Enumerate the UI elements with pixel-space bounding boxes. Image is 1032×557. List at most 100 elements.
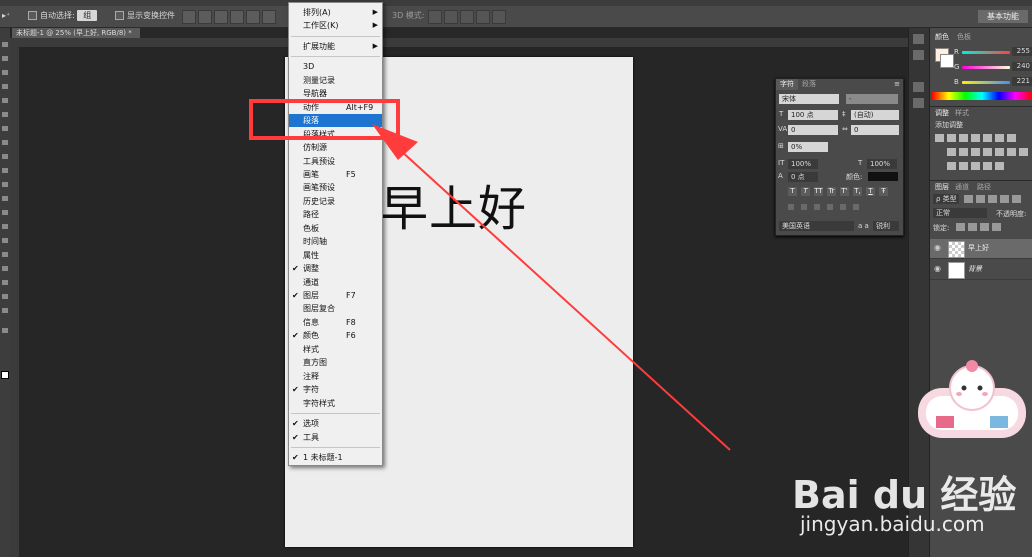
language-select[interactable]: 美国英语 <box>779 221 854 231</box>
workspace-button[interactable]: 基本功能 <box>978 10 1028 23</box>
paragraph-panel-icon[interactable] <box>913 98 924 108</box>
quick-select-tool-icon[interactable] <box>2 84 8 89</box>
tab-color[interactable]: 颜色 <box>932 32 952 42</box>
menu-item[interactable]: ✔ 颜色 F6 <box>289 329 382 342</box>
auto-select-checkbox[interactable]: 自动选择: 组 <box>28 9 98 23</box>
align-top-icon[interactable] <box>182 10 196 24</box>
menu-item[interactable]: 3D <box>289 60 382 73</box>
channel-b-value[interactable]: 221 <box>1012 77 1032 86</box>
opentype-swash-icon[interactable] <box>801 204 807 210</box>
subscript-button[interactable]: T, <box>853 187 862 196</box>
opentype-ordinal-icon[interactable] <box>840 204 846 210</box>
show-transform-checkbox[interactable]: 显示变换控件 <box>115 9 175 23</box>
layer-row[interactable]: ◉ 早上好 <box>930 239 1032 259</box>
properties-panel-icon[interactable] <box>913 50 924 60</box>
panel-menu-icon[interactable]: ≡ <box>894 80 900 88</box>
text-color-swatch[interactable] <box>868 172 898 181</box>
crop-tool-icon[interactable] <box>2 98 8 103</box>
edit-toolbar-icon[interactable] <box>2 328 8 333</box>
channel-g-value[interactable]: 240 <box>1012 62 1032 71</box>
3d-rotate-icon[interactable] <box>428 10 442 24</box>
tab-layers[interactable]: 图层 <box>932 182 952 192</box>
menu-item[interactable]: ✔ 图层 F7 <box>289 289 382 302</box>
tab-character[interactable]: 字符 <box>776 79 798 90</box>
menu-item[interactable]: ✔ 调整 <box>289 262 382 275</box>
character-panel-icon[interactable] <box>913 82 924 92</box>
filter-pixel-icon[interactable] <box>964 195 973 203</box>
all-caps-button[interactable]: TT <box>814 187 823 196</box>
tab-paragraph[interactable]: 段落 <box>798 79 820 90</box>
color-swatch-bg[interactable] <box>940 54 954 68</box>
photo-filter-icon[interactable] <box>959 148 968 156</box>
lock-position-icon[interactable] <box>980 223 989 231</box>
channel-b-slider[interactable] <box>962 81 1010 84</box>
lock-pixels-icon[interactable] <box>968 223 977 231</box>
menu-item[interactable]: 工具预设 <box>289 155 382 168</box>
antialias-select[interactable]: 锐利 <box>873 221 899 231</box>
invert-icon[interactable] <box>995 148 1004 156</box>
menu-item[interactable]: ✔ 选项 <box>289 417 382 430</box>
menu-item[interactable]: 信息 F8 <box>289 316 382 329</box>
filter-adjust-icon[interactable] <box>976 195 985 203</box>
healing-tool-icon[interactable] <box>2 126 8 131</box>
horizontal-scale-field[interactable]: 100% <box>867 159 897 169</box>
menu-item[interactable]: 路径 <box>289 208 382 221</box>
black-white-icon[interactable] <box>947 148 956 156</box>
faux-bold-button[interactable]: T <box>788 187 797 196</box>
color-lookup-icon[interactable] <box>983 148 992 156</box>
opentype-fraction-icon[interactable] <box>853 204 859 210</box>
faux-italic-button[interactable]: T <box>801 187 810 196</box>
align-hcenter-icon[interactable] <box>246 10 260 24</box>
menu-item[interactable]: 注释 <box>289 370 382 383</box>
channel-r-value[interactable]: 255 <box>1012 47 1032 56</box>
move-tool-icon[interactable] <box>2 42 8 47</box>
lock-transparent-icon[interactable] <box>956 223 965 231</box>
hue-saturation-icon[interactable] <box>995 134 1004 142</box>
menu-item[interactable]: 样式 <box>289 343 382 356</box>
menu-item[interactable]: ✔ 工具 <box>289 431 382 444</box>
blur-tool-icon[interactable] <box>2 210 8 215</box>
underline-button[interactable]: T <box>866 187 875 196</box>
posterize-icon[interactable] <box>1007 148 1016 156</box>
3d-slide-icon[interactable] <box>476 10 490 24</box>
dodge-tool-icon[interactable] <box>2 224 8 229</box>
menu-item[interactable]: 画笔 F5 <box>289 168 382 181</box>
shape-tool-icon[interactable] <box>2 280 8 285</box>
font-family-select[interactable]: 宋体 <box>779 94 839 104</box>
menu-item[interactable]: 图层复合 <box>289 302 382 315</box>
opentype-titling-icon[interactable] <box>827 204 833 210</box>
levels-icon[interactable] <box>947 134 956 142</box>
menu-item[interactable]: 直方图 <box>289 356 382 369</box>
opentype-stylistic-icon[interactable] <box>814 204 820 210</box>
color-spectrum-bar[interactable] <box>932 92 1032 100</box>
layer-filter-dropdown[interactable]: ρ 类型 <box>933 194 959 204</box>
exposure-icon[interactable] <box>971 134 980 142</box>
gradient-map-icon[interactable] <box>947 162 956 170</box>
threshold-icon[interactable] <box>1019 148 1028 156</box>
brush-tool-icon[interactable] <box>2 140 8 145</box>
menu-item[interactable]: 扩展功能 ▶ <box>289 40 382 53</box>
hand-tool-icon[interactable] <box>2 294 8 299</box>
auto-select-dropdown[interactable]: 组 <box>77 10 98 21</box>
path-select-tool-icon[interactable] <box>2 266 8 271</box>
vertical-scale-field[interactable]: 100% <box>788 159 818 169</box>
tsume-field[interactable]: 0% <box>788 142 828 152</box>
menu-item[interactable]: 时间轴 <box>289 235 382 248</box>
gradient-tool-icon[interactable] <box>2 196 8 201</box>
vibrance-icon[interactable] <box>983 134 992 142</box>
canvas-text-layer[interactable]: 早上好 <box>380 169 527 239</box>
tracking-field[interactable]: 0 <box>851 125 899 135</box>
blend-mode-dropdown[interactable]: 正常 <box>933 208 987 218</box>
layer-row[interactable]: ◉ 背景 <box>930 260 1032 280</box>
hdr-toning-icon[interactable] <box>983 162 992 170</box>
small-caps-button[interactable]: Tr <box>827 187 836 196</box>
menu-item[interactable]: 测量记录 <box>289 74 382 87</box>
channel-g-slider[interactable] <box>962 66 1010 69</box>
tab-styles[interactable]: 样式 <box>952 108 972 118</box>
menu-item[interactable]: 工作区(K) ▶ <box>289 19 382 32</box>
eraser-tool-icon[interactable] <box>2 182 8 187</box>
eyedropper-tool-icon[interactable] <box>2 112 8 117</box>
document-tab[interactable]: 未标题-1 @ 25% (早上好, RGB/8) * <box>12 28 140 38</box>
font-size-field[interactable]: 100 点 <box>788 110 838 120</box>
align-vcenter-icon[interactable] <box>198 10 212 24</box>
